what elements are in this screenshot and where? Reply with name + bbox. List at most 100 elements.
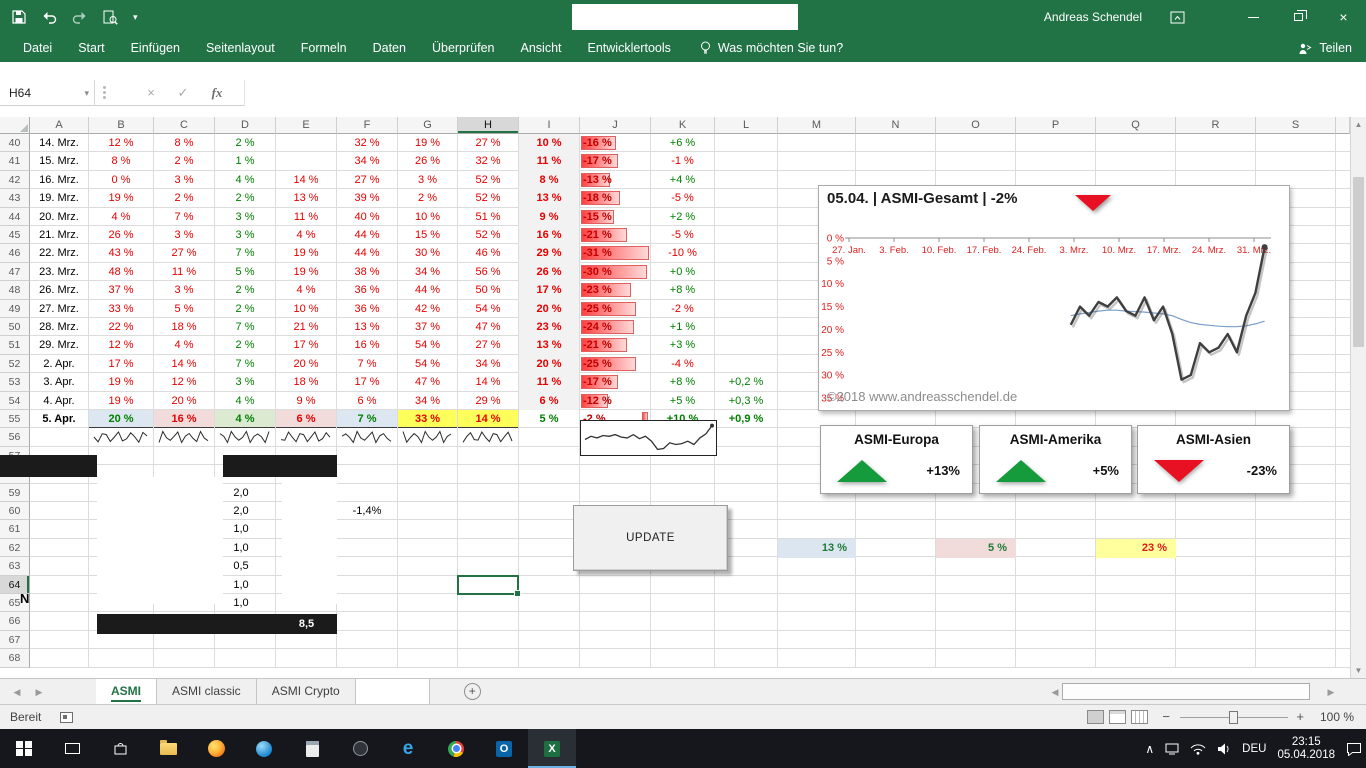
cell-A49[interactable]: 27. Mrz. — [30, 300, 88, 318]
cell-D48[interactable]: 2 % — [215, 281, 275, 299]
cell-H46[interactable]: 46 % — [458, 244, 518, 262]
row-header-45[interactable]: 45 — [0, 226, 30, 244]
cell-B52[interactable]: 17 % — [89, 355, 153, 373]
cell-A48[interactable]: 26. Mrz. — [30, 281, 88, 299]
macro-record-icon[interactable] — [60, 712, 73, 723]
cell-B54[interactable]: 19 % — [89, 392, 153, 410]
row-header-50[interactable]: 50 — [0, 318, 30, 336]
cell-I52[interactable]: 20 % — [519, 355, 579, 373]
tab-start[interactable]: Start — [65, 34, 117, 62]
page-break-view-icon[interactable] — [1131, 710, 1148, 724]
cell-E50[interactable]: 21 % — [276, 318, 336, 336]
excel-taskbar-icon[interactable]: X — [528, 729, 576, 768]
cell-D52[interactable]: 7 % — [215, 355, 275, 373]
cell-B46[interactable]: 43 % — [89, 244, 153, 262]
zoom-level[interactable]: 100 % — [1320, 705, 1354, 729]
cell-A44[interactable]: 20. Mrz. — [30, 208, 88, 226]
redacted-sheet-tab[interactable] — [356, 679, 430, 704]
calculator-icon[interactable] — [288, 729, 336, 768]
column-header-M[interactable]: M — [778, 117, 856, 134]
cell-H40[interactable]: 27 % — [458, 134, 518, 152]
cell-C43[interactable]: 2 % — [154, 189, 214, 207]
cell-L53[interactable]: +0,2 % — [715, 373, 777, 391]
cell-I45[interactable]: 16 % — [519, 226, 579, 244]
cell-D63[interactable]: 0,5 — [215, 557, 267, 575]
vertical-scrollbar-thumb[interactable] — [1353, 177, 1364, 347]
cell-H52[interactable]: 34 % — [458, 355, 518, 373]
cell-J45[interactable]: -21 % — [580, 226, 650, 244]
row-header-44[interactable]: 44 — [0, 208, 30, 226]
media-app-icon[interactable] — [336, 729, 384, 768]
cell-A43[interactable]: 19. Mrz. — [30, 189, 88, 207]
delta-value-cell[interactable]: -1,4% — [337, 502, 397, 521]
scroll-down-icon[interactable]: ▼ — [1351, 666, 1366, 675]
store-icon[interactable] — [96, 729, 144, 768]
cell-A42[interactable]: 16. Mrz. — [30, 171, 88, 189]
cell-D53[interactable]: 3 % — [215, 373, 275, 391]
cell-E54[interactable]: 9 % — [276, 392, 336, 410]
formula-bar-handle[interactable] — [103, 86, 106, 99]
cell-F43[interactable]: 39 % — [337, 189, 397, 207]
cell-B41[interactable]: 8 % — [89, 152, 153, 170]
cell-C44[interactable]: 7 % — [154, 208, 214, 226]
cell-A50[interactable]: 28. Mrz. — [30, 318, 88, 336]
column-header-R[interactable]: R — [1176, 117, 1256, 134]
selected-cell-outline[interactable] — [457, 575, 519, 595]
cell-K40[interactable]: +6 % — [651, 134, 714, 152]
cell-D64[interactable]: 1,0 — [215, 576, 267, 594]
tab-seitenlayout[interactable]: Seitenlayout — [193, 34, 288, 62]
cell-F44[interactable]: 40 % — [337, 208, 397, 226]
cell-G41[interactable]: 26 % — [398, 152, 457, 170]
cell-G45[interactable]: 15 % — [398, 226, 457, 244]
cell-B50[interactable]: 22 % — [89, 318, 153, 336]
cell-A54[interactable]: 4. Apr. — [30, 392, 88, 410]
cell-F48[interactable]: 36 % — [337, 281, 397, 299]
row-header-68[interactable]: 68 — [0, 649, 30, 667]
firefox-icon[interactable] — [192, 729, 240, 768]
cell-C52[interactable]: 14 % — [154, 355, 214, 373]
ribbon-display-options-icon[interactable] — [1160, 0, 1194, 34]
row-header-40[interactable]: 40 — [0, 134, 30, 152]
cell-A40[interactable]: 14. Mrz. — [30, 134, 88, 152]
cell-G50[interactable]: 37 % — [398, 318, 457, 336]
cell-G47[interactable]: 34 % — [398, 263, 457, 281]
tabs-scroll-left-icon[interactable]: ◀ — [8, 679, 26, 705]
scroll-up-icon[interactable]: ▲ — [1351, 120, 1366, 129]
cell-D45[interactable]: 3 % — [215, 226, 275, 244]
page-layout-view-icon[interactable] — [1109, 710, 1126, 724]
cell-C40[interactable]: 8 % — [154, 134, 214, 152]
cell-B40[interactable]: 12 % — [89, 134, 153, 152]
tab-datei[interactable]: Datei — [10, 34, 65, 62]
cell-I41[interactable]: 11 % — [519, 152, 579, 170]
cell-F52[interactable]: 7 % — [337, 355, 397, 373]
cell-G49[interactable]: 42 % — [398, 300, 457, 318]
hscroll-right-icon[interactable]: ▶ — [1322, 679, 1340, 705]
tab-ansicht[interactable]: Ansicht — [508, 34, 575, 62]
cell-E46[interactable]: 19 % — [276, 244, 336, 262]
cell-A41[interactable]: 15. Mrz. — [30, 152, 88, 170]
cell-B53[interactable]: 19 % — [89, 373, 153, 391]
cell-H41[interactable]: 32 % — [458, 152, 518, 170]
cell-B49[interactable]: 33 % — [89, 300, 153, 318]
cell-D60[interactable]: 2,0 — [215, 502, 267, 520]
cell-H49[interactable]: 54 % — [458, 300, 518, 318]
cell-E47[interactable]: 19 % — [276, 263, 336, 281]
cell-F47[interactable]: 38 % — [337, 263, 397, 281]
row-header-49[interactable]: 49 — [0, 300, 30, 318]
cell-C55[interactable]: 16 % — [154, 410, 214, 428]
file-explorer-icon[interactable] — [144, 729, 192, 768]
cell-E53[interactable]: 18 % — [276, 373, 336, 391]
display-tray-icon[interactable] — [1165, 743, 1179, 755]
cell-D61[interactable]: 1,0 — [215, 520, 267, 538]
cell-F50[interactable]: 13 % — [337, 318, 397, 336]
cell-B43[interactable]: 19 % — [89, 189, 153, 207]
row-header-66[interactable]: 66 — [0, 612, 30, 630]
cell-I53[interactable]: 11 % — [519, 373, 579, 391]
cell-C45[interactable]: 3 % — [154, 226, 214, 244]
taskbar-clock[interactable]: 23:15 05.04.2018 — [1277, 736, 1335, 762]
cell-K44[interactable]: +2 % — [651, 208, 714, 226]
column-header-B[interactable]: B — [89, 117, 154, 134]
row-header-56[interactable]: 56 — [0, 428, 30, 446]
cell-H47[interactable]: 56 % — [458, 263, 518, 281]
column-header-F[interactable]: F — [337, 117, 398, 134]
